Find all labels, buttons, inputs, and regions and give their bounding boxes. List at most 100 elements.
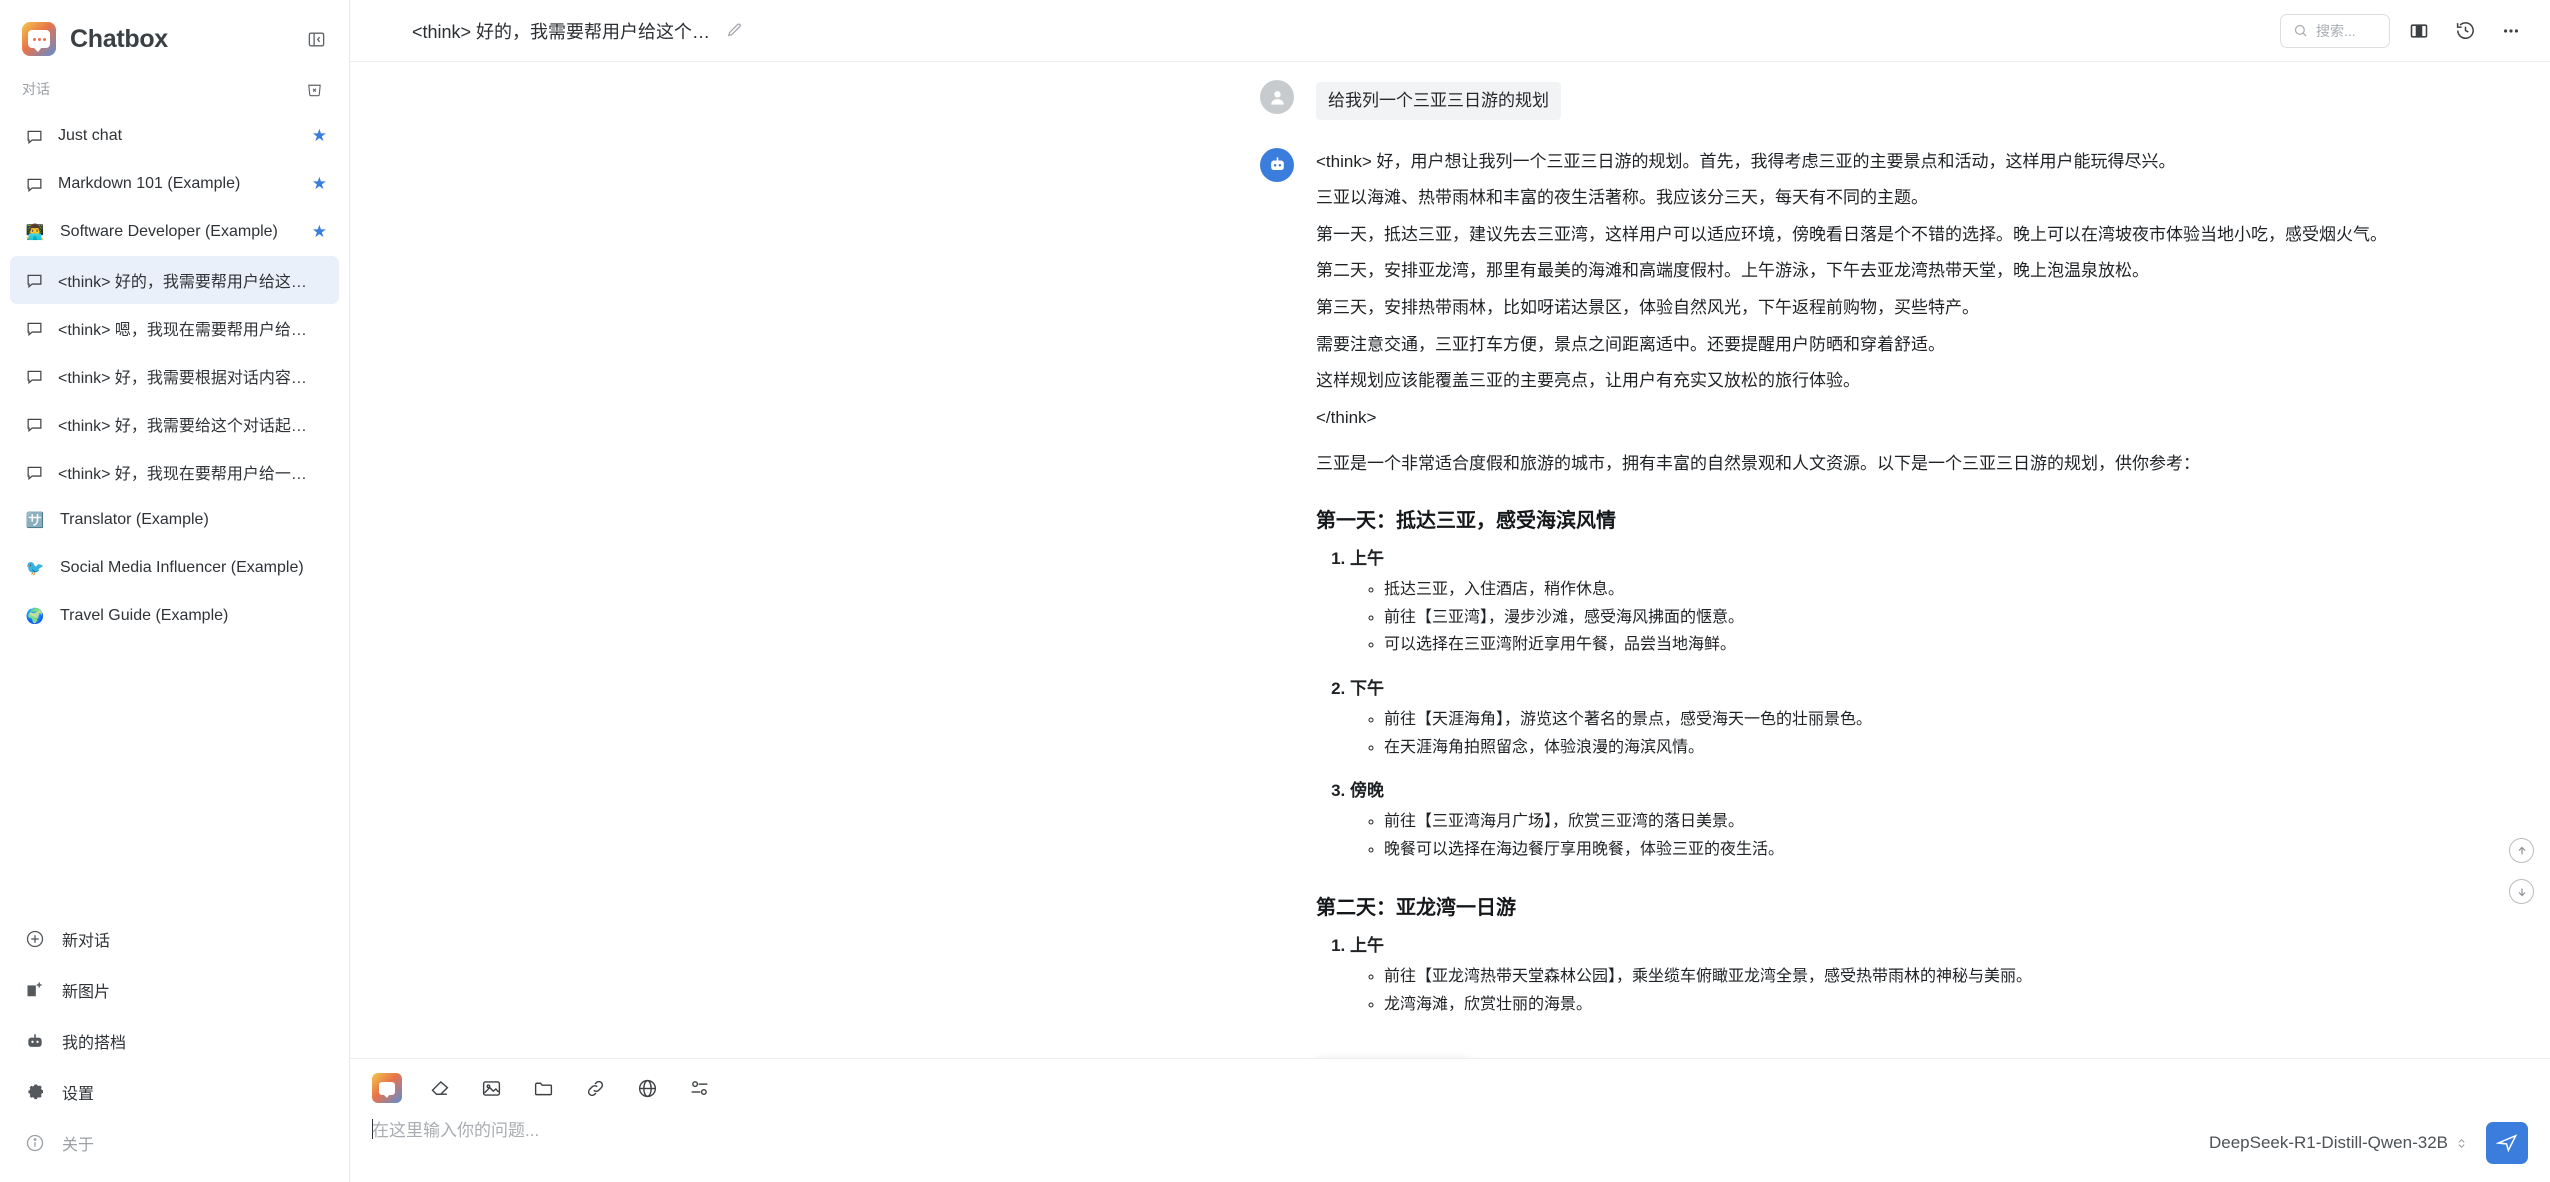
message-assistant: <think> 好，用户想让我列一个三亚三日游的规划。首先，我得考虑三亚的主要景… [350, 147, 2550, 1035]
day-section-item: 前往【三亚湾】，漫步沙滩，感受海风拂面的惬意。 [1384, 604, 2510, 632]
sidebar: Chatbox 对话 Just chat ★ Markdown 101 (Examp… [0, 0, 350, 1182]
chatbox-app-icon[interactable] [372, 1073, 402, 1103]
sidebar-header: Chatbox [0, 0, 349, 70]
chat-bubble-icon [24, 126, 44, 146]
day-section-item: 在天涯海角拍照留念，体验浪漫的海滨风情。 [1384, 734, 2510, 762]
sidebar-footer-item[interactable]: 设置 [10, 1066, 339, 1117]
history-clock-icon[interactable] [2448, 14, 2482, 48]
day-section-list: 上午抵达三亚，入住酒店，稍作休息。前往【三亚湾】，漫步沙滩，感受海风拂面的惬意。… [1350, 545, 2510, 863]
eraser-icon[interactable] [424, 1073, 454, 1103]
chat-bubble-icon [24, 318, 44, 338]
sliders-icon[interactable] [684, 1073, 714, 1103]
chat-scroll-area[interactable]: 给我列一个三亚三日游的规划 <think> 好，用户想让我列一个三亚三日游的规划… [350, 62, 2550, 1058]
day-section-items: 抵达三亚，入住酒店，稍作休息。前往【三亚湾】，漫步沙滩，感受海风拂面的惬意。可以… [1384, 576, 2510, 659]
conversation-item-label: <think> 好，我需要给这个对话起… [58, 418, 307, 435]
conversation-item-label: Translator (Example) [60, 511, 209, 528]
composer-actions: DeepSeek-R1-Distill-Qwen-32B [2209, 1122, 2528, 1164]
sidebar-footer-item[interactable]: 新对话 [10, 913, 339, 964]
sidebar-footer-item-label: 新图片 [62, 983, 111, 1001]
collapse-panel-icon[interactable] [301, 24, 331, 54]
globe-icon[interactable] [632, 1073, 662, 1103]
split-view-icon[interactable] [2402, 14, 2436, 48]
sidebar-footer: 新对话新图片我的搭档设置关于 [0, 913, 349, 1182]
conversation-item[interactable]: <think> 好，我需要根据对话内容… [10, 352, 339, 400]
conversation-item-label: Travel Guide (Example) [60, 607, 229, 624]
star-icon[interactable]: ★ [312, 222, 327, 242]
main-panel: <think> 好的，我需要帮用户给这个… 搜索... 给我列一个三亚三日游的规… [350, 0, 2550, 1182]
user-message-text: 给我列一个三亚三日游的规划 [1316, 82, 1561, 120]
day-section-item: 抵达三亚，入住酒店，稍作休息。 [1384, 576, 2510, 604]
conversations-label: 对话 [22, 81, 50, 97]
think-paragraph: 三亚以海滩、热带雨林和丰富的夜生活著称。我应该分三天，每天有不同的主题。 [1316, 188, 1928, 208]
brand-name: Chatbox [70, 24, 168, 53]
user-avatar-icon [1260, 80, 1294, 114]
conversation-avatar-icon: 🈂️ [25, 512, 45, 529]
conversation-avatar-icon: 🐦 [25, 560, 45, 577]
think-paragraph: 需要注意交通，三亚打车方便，景点之间距离适中。还要提醒用户防晒和穿着舒适。 [1316, 334, 1945, 354]
sidebar-footer-item[interactable]: 关于 [10, 1117, 339, 1168]
composer: DeepSeek-R1-Distill-Qwen-32B [350, 1058, 2550, 1182]
day-section: 上午抵达三亚，入住酒店，稍作休息。前往【三亚湾】，漫步沙滩，感受海风拂面的惬意。… [1350, 545, 2510, 659]
conversation-item-label: <think> 嗯，我现在需要帮用户给… [58, 322, 307, 339]
conversation-item[interactable]: Just chat ★ [10, 112, 339, 160]
conversation-list: Just chat ★ Markdown 101 (Example) ★ 👨‍💻 Soft… [0, 110, 349, 640]
chat-bubble-icon [24, 414, 44, 434]
search-box[interactable] [2280, 13, 2390, 48]
sidebar-footer-item[interactable]: 我的搭档 [10, 1015, 339, 1066]
clear-conversations-icon[interactable] [299, 74, 329, 104]
model-selector[interactable]: DeepSeek-R1-Distill-Qwen-32B [2209, 1133, 2468, 1153]
scroll-up-icon[interactable] [2509, 838, 2534, 863]
search-icon [2293, 23, 2308, 38]
send-icon[interactable] [2486, 1122, 2528, 1164]
conversation-item[interactable]: <think> 好，我现在要帮用户给一… [10, 448, 339, 496]
more-horizontal-icon[interactable] [2494, 14, 2528, 48]
star-icon[interactable]: ★ [312, 126, 327, 146]
conversation-item[interactable]: 🌍 Travel Guide (Example) [10, 592, 339, 640]
conversation-item[interactable]: Markdown 101 (Example) ★ [10, 160, 339, 208]
pencil-icon[interactable] [722, 19, 746, 43]
day-section-title: 上午 [1350, 549, 1384, 569]
sidebar-footer-item-label: 我的搭档 [62, 1034, 127, 1052]
new-image-icon [24, 979, 46, 1001]
think-paragraph: </think> [1316, 407, 1377, 427]
conversation-item[interactable]: 🈂️ Translator (Example) [10, 496, 339, 544]
sidebar-footer-item[interactable]: 新图片 [10, 964, 339, 1015]
page-title: <think> 好的，我需要帮用户给这个… [412, 21, 711, 42]
conversation-item[interactable]: <think> 好的，我需要帮用户给这… [10, 256, 339, 304]
message-user: 给我列一个三亚三日游的规划 [350, 80, 2550, 120]
folder-icon[interactable] [528, 1073, 558, 1103]
conversation-avatar-icon: 🌍 [25, 608, 45, 625]
day-section: 下午前往【天涯海角】，游览这个著名的景点，感受海天一色的壮丽景色。在天涯海角拍照… [1350, 675, 2510, 761]
gear-icon [24, 1081, 46, 1103]
day-section-items: 前往【三亚湾海月广场】，欣赏三亚湾的落日美景。晚餐可以选择在海边餐厅享用晚餐，体… [1384, 808, 2510, 863]
search-input[interactable] [2316, 22, 2375, 39]
conversation-item[interactable]: 👨‍💻 Software Developer (Example) ★ [10, 208, 339, 256]
answer-days: 第一天：抵达三亚，感受海滨风情上午抵达三亚，入住酒店，稍作休息。前往【三亚湾】，… [1316, 504, 2510, 1018]
think-paragraph: 第二天，安排亚龙湾，那里有最美的海滩和高端度假村。上午游泳，下午去亚龙湾热带天堂… [1316, 261, 2149, 281]
scroll-controls [2509, 838, 2534, 904]
conversation-item[interactable]: 🐦 Social Media Influencer (Example) [10, 544, 339, 592]
conversation-item-label: Software Developer (Example) [60, 223, 278, 240]
link-icon[interactable] [580, 1073, 610, 1103]
day-section-list: 上午前往【亚龙湾热带天堂森林公园】，乘坐缆车俯瞰亚龙湾全景，感受热带雨林的神秘与… [1350, 932, 2510, 1018]
day-section-item: 晚餐可以选择在海边餐厅享用晚餐，体验三亚的夜生活。 [1384, 836, 2510, 864]
day-section-item: 可以选择在三亚湾附近享用午餐，品尝当地海鲜。 [1384, 631, 2510, 659]
conversation-item-label: <think> 好，我现在要帮用户给一… [58, 466, 307, 483]
robot-icon [24, 1030, 46, 1052]
star-icon[interactable]: ★ [312, 174, 327, 194]
conversation-item[interactable]: <think> 嗯，我现在需要帮用户给… [10, 304, 339, 352]
conversation-item-label: Social Media Influencer (Example) [60, 559, 304, 576]
day-heading: 第一天：抵达三亚，感受海滨风情 [1316, 510, 1616, 533]
day-section-title: 下午 [1350, 678, 1384, 698]
conversation-avatar-icon: 👨‍💻 [25, 224, 45, 241]
sidebar-footer-item-label: 设置 [62, 1085, 95, 1103]
day-section-items: 前往【亚龙湾热带天堂森林公园】，乘坐缆车俯瞰亚龙湾全景，感受热带雨林的神秘与美丽… [1384, 963, 2510, 1018]
conversation-item[interactable]: <think> 好，我需要给这个对话起… [10, 400, 339, 448]
conversations-section-header: 对话 [0, 70, 349, 110]
scroll-down-icon[interactable] [2509, 879, 2534, 904]
image-icon[interactable] [476, 1073, 506, 1103]
info-circle-icon [24, 1132, 46, 1154]
think-paragraph: 第三天，安排热带雨林，比如呀诺达景区，体验自然风光，下午返程前购物，买些特产。 [1316, 298, 1979, 318]
message-input[interactable] [372, 1119, 2528, 1171]
plus-circle-icon [24, 928, 46, 950]
